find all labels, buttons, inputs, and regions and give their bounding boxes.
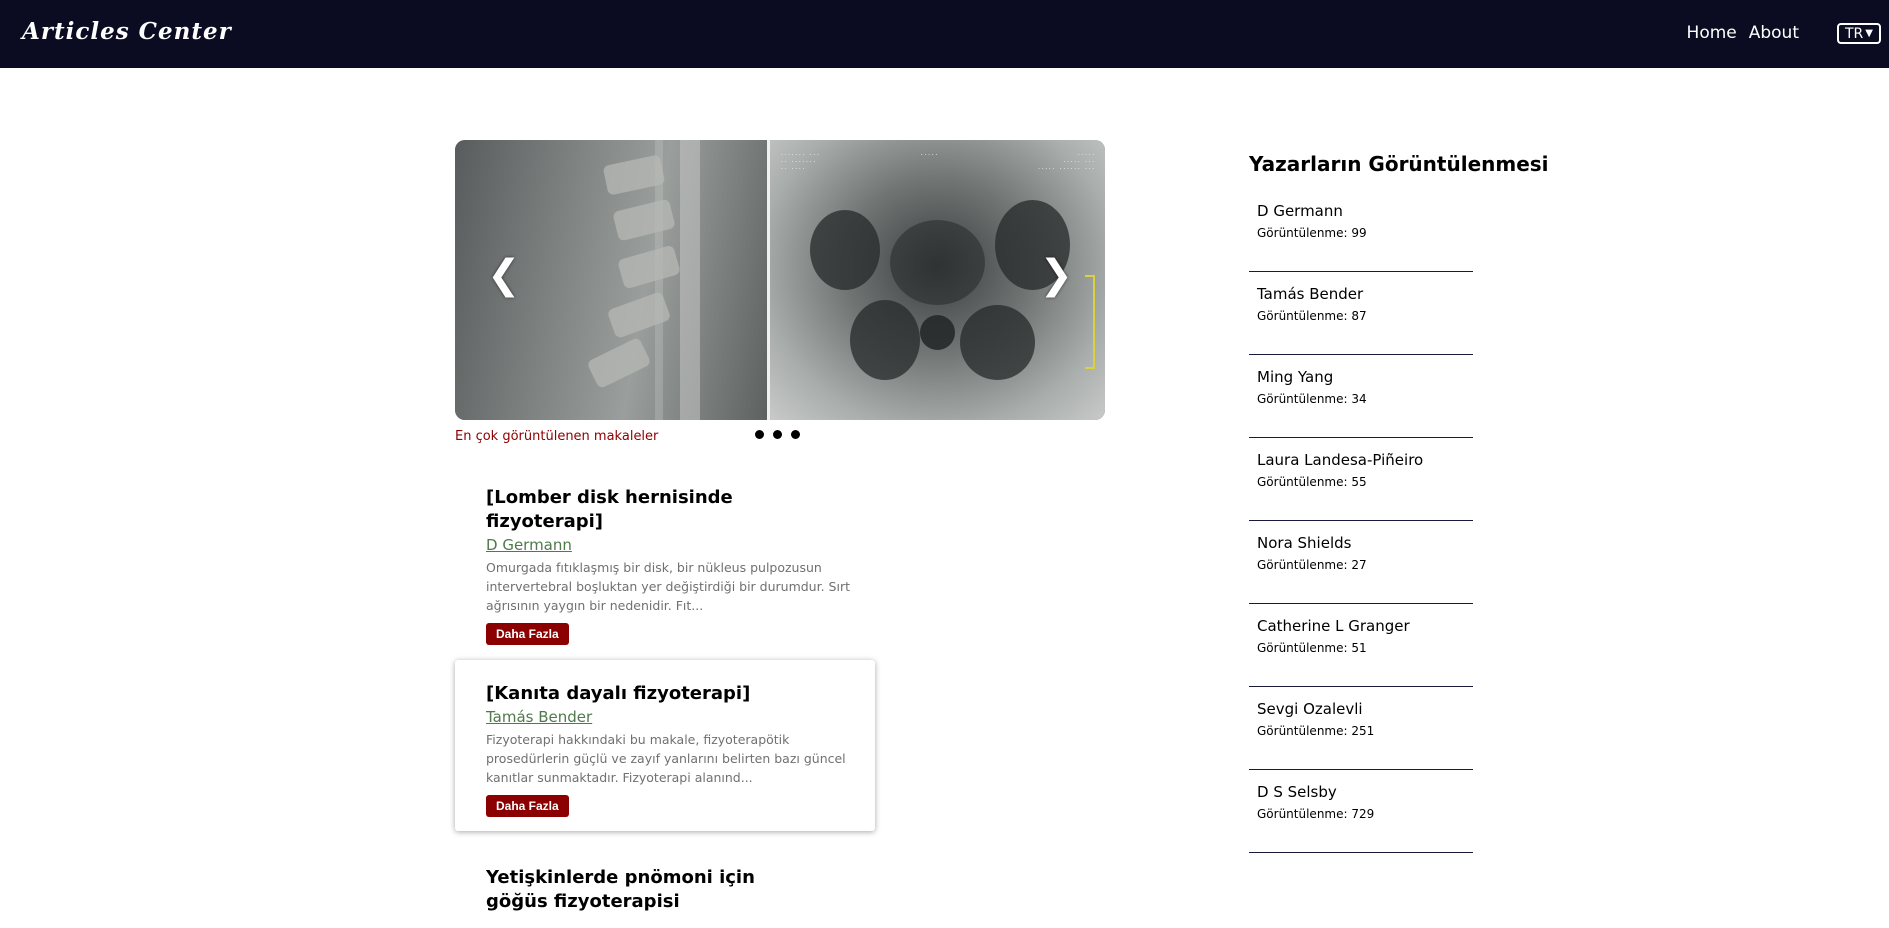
carousel-dot-3[interactable] [791, 430, 800, 439]
article-card: Yetişkinlerde pnömoni için göğüs fizyote… [455, 846, 875, 928]
authors-panel: Yazarların Görüntülenmesi D Germann Görü… [1249, 152, 1549, 854]
author-name: Nora Shields [1257, 534, 1352, 552]
article-excerpt: Fizyoterapi hakkındaki bu makale, fizyot… [486, 732, 846, 785]
authors-title: Yazarların Görüntülenmesi [1249, 152, 1549, 176]
read-more-button[interactable]: Daha Fazla [486, 623, 569, 645]
author-item[interactable]: Ming Yang Görüntülenme: 34 [1249, 356, 1473, 438]
brand-logo[interactable]: Articles Center [22, 18, 232, 45]
author-name: Sevgi Ozalevli [1257, 700, 1363, 718]
author-name: Laura Landesa-Piñeiro [1257, 451, 1424, 469]
author-views: Görüntülenme: 27 [1257, 558, 1367, 572]
language-select-value: TR [1845, 25, 1864, 42]
author-views: Görüntülenme: 87 [1257, 309, 1367, 323]
carousel-dot-2[interactable] [773, 430, 782, 439]
author-name: D S Selsby [1257, 783, 1337, 801]
author-views: Görüntülenme: 729 [1257, 807, 1375, 821]
chevron-right-icon[interactable]: ❯ [1039, 255, 1073, 295]
nav-about-link[interactable]: About [1749, 23, 1799, 43]
article-excerpt: Omurgada fıtıklaşmış bir disk, bir nükle… [486, 560, 850, 613]
top-navbar: Articles Center Home About TR ▼ [0, 0, 1889, 68]
article-author-link[interactable]: Tamás Bender [486, 708, 592, 726]
carousel-indicators [755, 430, 800, 439]
author-views: Görüntülenme: 99 [1257, 226, 1367, 240]
author-item[interactable]: Catherine L Granger Görüntülenme: 51 [1249, 605, 1473, 687]
article-card: [Lomber disk hernisinde fizyoterapi] D G… [455, 464, 875, 659]
author-item[interactable]: D Germann Görüntülenme: 99 [1249, 190, 1473, 272]
author-views: Görüntülenme: 55 [1257, 475, 1367, 489]
author-views: Görüntülenme: 34 [1257, 392, 1367, 406]
nav-home-link[interactable]: Home [1687, 23, 1737, 43]
chevron-down-icon: ▼ [1865, 28, 1873, 39]
carousel-caption: En çok görüntülenen makaleler [455, 429, 659, 444]
author-views: Görüntülenme: 51 [1257, 641, 1367, 655]
author-name: D Germann [1257, 202, 1343, 220]
author-views: Görüntülenme: 251 [1257, 724, 1375, 738]
author-item[interactable]: Sevgi Ozalevli Görüntülenme: 251 [1249, 688, 1473, 770]
language-select[interactable]: TR ▼ [1837, 23, 1881, 44]
image-carousel: ....... ..... ......... .... ..... .....… [455, 140, 1105, 420]
author-item[interactable]: Laura Landesa-Piñeiro Görüntülenme: 55 [1249, 439, 1473, 521]
author-item[interactable]: D S Selsby Görüntülenme: 729 [1249, 771, 1473, 853]
article-title: [Kanıta dayalı fizyoterapi] [486, 683, 751, 704]
article-title: [Lomber disk hernisinde fizyoterapi] [486, 487, 733, 532]
article-title: Yetişkinlerde pnömoni için göğüs fizyote… [486, 867, 755, 912]
article-author-link[interactable]: D Germann [486, 536, 572, 554]
carousel-dot-1[interactable] [755, 430, 764, 439]
chevron-left-icon[interactable]: ❮ [487, 255, 521, 295]
article-card: [Kanıta dayalı fizyoterapi] Tamás Bender… [455, 660, 875, 831]
nav-links: Home About [1687, 23, 1799, 43]
author-name: Catherine L Granger [1257, 617, 1410, 635]
author-name: Tamás Bender [1257, 285, 1364, 303]
author-name: Ming Yang [1257, 368, 1334, 386]
read-more-button[interactable]: Daha Fazla [486, 795, 569, 817]
author-item[interactable]: Nora Shields Görüntülenme: 27 [1249, 522, 1473, 604]
author-item[interactable]: Tamás Bender Görüntülenme: 87 [1249, 273, 1473, 355]
